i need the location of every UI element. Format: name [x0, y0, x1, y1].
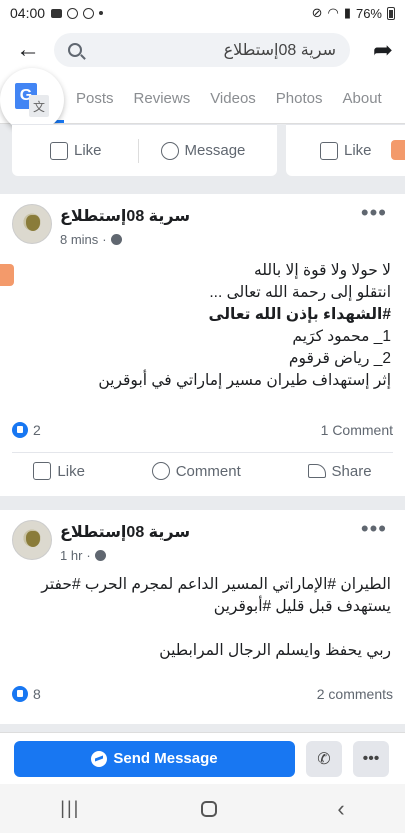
post-line: الطيران #الإماراتي المسير الداعم لمجرم ا… — [41, 576, 391, 593]
post-line — [11, 618, 391, 640]
like-page-button[interactable]: Like — [50, 141, 102, 160]
more-options-icon[interactable]: ••• — [361, 200, 387, 226]
post-time[interactable]: 1 hr — [60, 548, 82, 563]
home-icon[interactable] — [200, 800, 217, 817]
messenger-icon — [160, 141, 179, 160]
more-notifications-icon — [99, 11, 104, 15]
instagram-notification-icon — [67, 7, 79, 19]
like-reaction-icon — [12, 686, 28, 702]
search-input[interactable]: سرية 08إستطلاع — [54, 33, 350, 67]
avatar[interactable] — [12, 204, 52, 244]
post-line: يستهدف قبل قليل #أبوقرين — [213, 598, 391, 615]
tab-photos[interactable]: Photos — [276, 90, 323, 107]
translate-bubble[interactable]: G文 — [0, 68, 64, 132]
post-line: 2_ رياض قرقوم — [288, 350, 391, 367]
post-meta: 1 hr · — [60, 548, 106, 563]
comment-icon — [151, 462, 170, 480]
thumbs-up-icon — [33, 462, 52, 480]
back-arrow-icon[interactable]: ← — [12, 34, 44, 66]
camera-icon — [0, 264, 14, 286]
page-actions-card: Like Message — [12, 124, 277, 176]
post-text: لا حولا ولا قوة إلا بالله انتقلو إلى رحم… — [11, 260, 391, 392]
post-line: انتقلو إلى رحمة الله تعالى ... — [209, 284, 391, 301]
more-options-icon[interactable]: ••• — [361, 516, 387, 542]
reaction-count[interactable]: 8 — [33, 686, 41, 702]
signal-icon: ▮ — [343, 5, 351, 20]
thumbs-up-icon — [50, 141, 68, 160]
post-actions: Like Comment Share — [0, 462, 405, 480]
share-icon — [307, 464, 326, 478]
page-actions-card-2: Like — [286, 124, 405, 176]
avatar[interactable] — [12, 520, 52, 560]
globe-icon — [110, 234, 122, 245]
globe-icon — [94, 550, 106, 561]
post-line: لا حولا ولا قوة إلا بالله — [253, 262, 391, 279]
more-button[interactable]: ••• — [353, 740, 389, 777]
wifi-icon: ◠ — [327, 5, 339, 20]
battery-icon — [387, 6, 395, 20]
post-line: #الشهداء بإذن الله تعالى — [208, 306, 391, 323]
camera-icon — [391, 140, 405, 160]
like-page-button-2[interactable]: Like — [320, 141, 372, 160]
video-notification-icon — [51, 8, 63, 18]
status-bar: 04:00 ⊘ ◠ ▮ 76% — [0, 0, 405, 26]
comment-count[interactable]: 1 Comment — [321, 422, 393, 438]
tab-reviews[interactable]: Reviews — [134, 90, 191, 107]
top-bar: ← سرية 08إستطلاع ➦ — [0, 26, 405, 74]
post-card: سرية 08إستطلاع 8 mins · ••• لا حولا ولا … — [0, 194, 405, 496]
post-author[interactable]: سرية 08إستطلاع — [60, 206, 190, 226]
post-meta: 8 mins · — [60, 232, 122, 247]
search-icon — [68, 43, 82, 57]
share-button[interactable]: Share — [307, 463, 372, 480]
post-line: إثر إستهداف طيران مسير إماراتي في أبوقري… — [98, 372, 391, 389]
mute-icon: ⊘ — [311, 5, 323, 20]
post-card: سرية 08إستطلاع 1 hr · ••• الطيران #الإما… — [0, 510, 405, 724]
post-line: ربي يحفظ وايسلم الرجال المرابطين — [159, 642, 391, 659]
tab-about[interactable]: About — [343, 90, 382, 107]
post-text: الطيران #الإماراتي المسير الداعم لمجرم ا… — [11, 574, 391, 662]
call-button[interactable]: ✆ — [306, 740, 342, 777]
messenger-icon — [91, 750, 108, 767]
messenger-notification-icon — [83, 7, 95, 19]
thumbs-up-icon — [320, 141, 338, 160]
send-message-button[interactable]: Send Message — [14, 740, 295, 777]
reaction-summary: 2 1 Comment — [12, 422, 393, 438]
like-button[interactable]: Like — [33, 462, 85, 480]
comment-button[interactable]: Comment — [151, 462, 241, 480]
battery-percent: 76% — [355, 5, 382, 21]
reaction-summary: 8 2 comments — [12, 686, 393, 702]
like-reaction-icon — [12, 422, 28, 438]
message-page-button[interactable]: Message — [160, 141, 245, 160]
phone-icon: ✆ — [317, 750, 331, 768]
back-icon[interactable]: ‹ — [337, 796, 344, 822]
system-nav-bar: ||| ‹ — [0, 784, 405, 833]
tab-posts[interactable]: Posts — [76, 90, 114, 107]
share-arrow-icon[interactable]: ➦ — [373, 36, 393, 65]
recents-icon[interactable]: ||| — [60, 798, 80, 819]
comment-count[interactable]: 2 comments — [317, 686, 393, 702]
bottom-action-bar: Send Message ✆ ••• — [0, 732, 405, 784]
search-text: سرية 08إستطلاع — [223, 42, 336, 59]
post-line: 1_ محمود كرَيم — [292, 328, 391, 345]
tab-videos[interactable]: Videos — [210, 90, 256, 107]
google-translate-icon: G文 — [15, 83, 49, 117]
status-time: 04:00 — [10, 5, 46, 21]
post-time[interactable]: 8 mins — [60, 232, 98, 247]
reaction-count[interactable]: 2 — [33, 422, 41, 438]
more-horizontal-icon: ••• — [362, 749, 380, 767]
post-author[interactable]: سرية 08إستطلاع — [60, 522, 190, 542]
